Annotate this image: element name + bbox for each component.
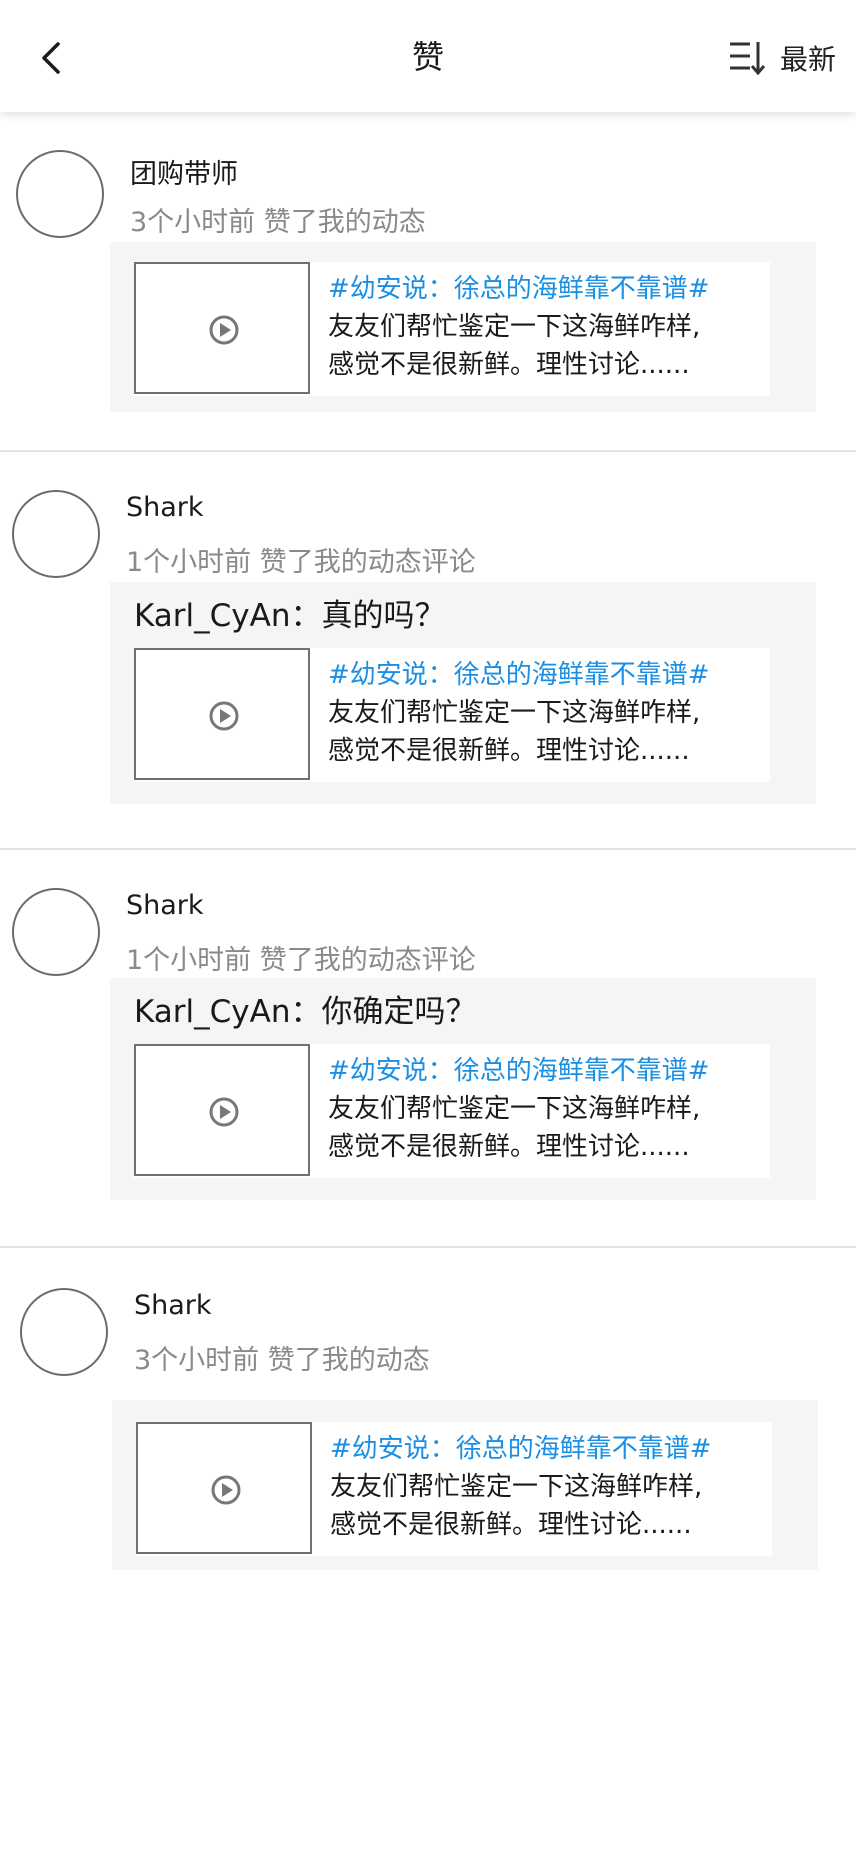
like-item[interactable]: Shark 1个小时前 赞了我的动态评论 Karl_CyAn：真的吗？ #幼安说… xyxy=(0,452,856,850)
user-name[interactable]: Shark xyxy=(134,1290,212,1321)
post-body-line: 友友们帮忙鉴定一下这海鲜咋样, xyxy=(328,1094,701,1124)
sort-list-icon xyxy=(730,42,766,76)
post-body-line: 友友们帮忙鉴定一下这海鲜咋样, xyxy=(328,698,701,728)
post-summary: #幼安说：徐总的海鲜靠不靠谱# 友友们帮忙鉴定一下这海鲜咋样, 感觉不是很新鲜。… xyxy=(328,270,768,384)
post-topic[interactable]: #幼安说：徐总的海鲜靠不靠谱# xyxy=(328,1052,768,1090)
post-card[interactable]: #幼安说：徐总的海鲜靠不靠谱# 友友们帮忙鉴定一下这海鲜咋样, 感觉不是很新鲜。… xyxy=(134,1044,770,1178)
liked-comment: Karl_CyAn：你确定吗？ xyxy=(134,994,477,1030)
post-body-line: 友友们帮忙鉴定一下这海鲜咋样, xyxy=(328,312,701,342)
sort-button[interactable]: 最新 xyxy=(728,36,836,80)
post-topic[interactable]: #幼安说：徐总的海鲜靠不靠谱# xyxy=(328,656,768,694)
post-card[interactable]: #幼安说：徐总的海鲜靠不靠谱# 友友们帮忙鉴定一下这海鲜咋样, 感觉不是很新鲜。… xyxy=(134,262,770,396)
post-topic[interactable]: #幼安说：徐总的海鲜靠不靠谱# xyxy=(330,1430,770,1468)
like-meta: 1个小时前 赞了我的动态评论 xyxy=(126,945,476,976)
post-body-line: 感觉不是很新鲜。理性讨论...... xyxy=(328,350,690,380)
liked-content-box[interactable]: #幼安说：徐总的海鲜靠不靠谱# 友友们帮忙鉴定一下这海鲜咋样, 感觉不是很新鲜。… xyxy=(112,1400,818,1570)
video-thumbnail[interactable] xyxy=(134,1044,310,1176)
user-name[interactable]: Shark xyxy=(126,492,204,523)
user-name[interactable]: Shark xyxy=(126,890,204,921)
post-summary: #幼安说：徐总的海鲜靠不靠谱# 友友们帮忙鉴定一下这海鲜咋样, 感觉不是很新鲜。… xyxy=(330,1430,770,1544)
like-item[interactable]: 团购带师 3个小时前 赞了我的动态 #幼安说：徐总的海鲜靠不靠谱# 友友们帮忙鉴… xyxy=(0,112,856,452)
video-thumbnail[interactable] xyxy=(134,262,310,394)
post-body-line: 友友们帮忙鉴定一下这海鲜咋样, xyxy=(330,1472,703,1502)
user-name[interactable]: 团购带师 xyxy=(130,152,238,191)
avatar[interactable] xyxy=(12,490,100,578)
liked-content-box[interactable]: Karl_CyAn：真的吗？ #幼安说：徐总的海鲜靠不靠谱# 友友们帮忙鉴定一下… xyxy=(110,582,816,804)
play-icon xyxy=(211,1475,241,1505)
likes-feed: 团购带师 3个小时前 赞了我的动态 #幼安说：徐总的海鲜靠不靠谱# 友友们帮忙鉴… xyxy=(0,112,856,1608)
post-body-line: 感觉不是很新鲜。理性讨论...... xyxy=(328,1132,690,1162)
video-thumbnail[interactable] xyxy=(134,648,310,780)
like-meta: 1个小时前 赞了我的动态评论 xyxy=(126,547,476,578)
like-meta: 3个小时前 赞了我的动态 xyxy=(130,207,426,238)
avatar[interactable] xyxy=(12,888,100,976)
post-card[interactable]: #幼安说：徐总的海鲜靠不靠谱# 友友们帮忙鉴定一下这海鲜咋样, 感觉不是很新鲜。… xyxy=(134,648,770,782)
play-icon xyxy=(209,701,239,731)
like-item[interactable]: Shark 1个小时前 赞了我的动态评论 Karl_CyAn：你确定吗？ #幼安… xyxy=(0,850,856,1248)
play-icon xyxy=(209,315,239,345)
like-item[interactable]: Shark 3个小时前 赞了我的动态 #幼安说：徐总的海鲜靠不靠谱# 友友们帮忙… xyxy=(0,1248,856,1608)
post-body-line: 感觉不是很新鲜。理性讨论...... xyxy=(330,1510,692,1540)
post-card[interactable]: #幼安说：徐总的海鲜靠不靠谱# 友友们帮忙鉴定一下这海鲜咋样, 感觉不是很新鲜。… xyxy=(136,1422,772,1556)
liked-content-box[interactable]: Karl_CyAn：你确定吗？ #幼安说：徐总的海鲜靠不靠谱# 友友们帮忙鉴定一… xyxy=(110,978,816,1200)
post-summary: #幼安说：徐总的海鲜靠不靠谱# 友友们帮忙鉴定一下这海鲜咋样, 感觉不是很新鲜。… xyxy=(328,656,768,770)
play-icon xyxy=(209,1097,239,1127)
post-topic[interactable]: #幼安说：徐总的海鲜靠不靠谱# xyxy=(328,270,768,308)
avatar[interactable] xyxy=(16,150,104,238)
post-body-line: 感觉不是很新鲜。理性讨论...... xyxy=(328,736,690,766)
avatar[interactable] xyxy=(20,1288,108,1376)
sort-label: 最新 xyxy=(780,43,837,76)
video-thumbnail[interactable] xyxy=(136,1422,312,1554)
post-summary: #幼安说：徐总的海鲜靠不靠谱# 友友们帮忙鉴定一下这海鲜咋样, 感觉不是很新鲜。… xyxy=(328,1052,768,1166)
top-bar: 赞 最新 xyxy=(0,0,856,112)
liked-comment: Karl_CyAn：真的吗？ xyxy=(134,598,446,634)
liked-content-box[interactable]: #幼安说：徐总的海鲜靠不靠谱# 友友们帮忙鉴定一下这海鲜咋样, 感觉不是很新鲜。… xyxy=(110,242,816,412)
like-meta: 3个小时前 赞了我的动态 xyxy=(134,1345,430,1376)
